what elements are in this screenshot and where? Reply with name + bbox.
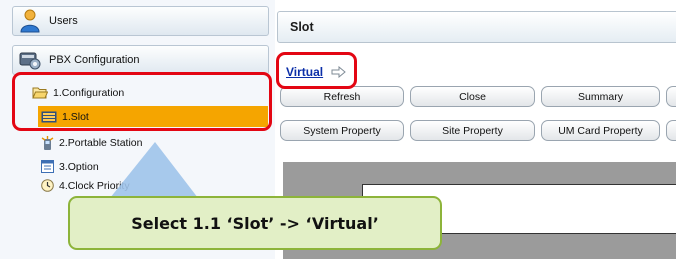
instruction-text: Select 1.1 ‘Slot’ -> ‘Virtual’	[131, 213, 379, 233]
app-window: Users PBX Configuration 1.Configuration	[0, 0, 676, 259]
instruction-callout: Select 1.1 ‘Slot’ -> ‘Virtual’	[68, 196, 442, 250]
